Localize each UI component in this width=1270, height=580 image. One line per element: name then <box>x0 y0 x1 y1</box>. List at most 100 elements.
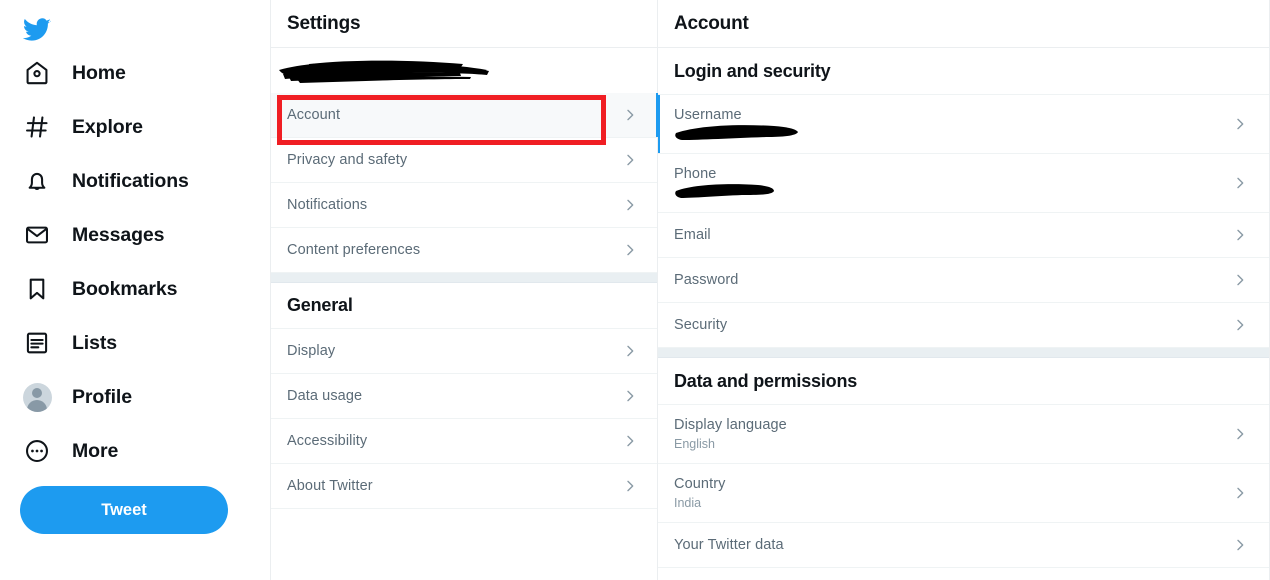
page-title: Settings <box>287 12 361 34</box>
account-item-text: Username <box>674 106 1231 143</box>
sidebar-item-label: Lists <box>72 331 118 354</box>
account-item-text: Country India <box>674 475 1231 512</box>
sidebar-item-profile[interactable]: Profile <box>18 370 270 424</box>
account-item-phone[interactable]: Phone <box>658 154 1269 213</box>
sidebar-item-more[interactable]: More <box>18 424 270 478</box>
settings-item-data-usage[interactable]: Data usage <box>271 374 657 419</box>
sidebar-item-label: Messages <box>72 223 165 246</box>
sidebar-item-label: More <box>72 439 119 462</box>
account-item-label: Your Twitter data <box>674 536 784 553</box>
account-item-username[interactable]: Username <box>658 95 1269 154</box>
settings-item-accessibility[interactable]: Accessibility <box>271 419 657 464</box>
account-handle-redacted-row <box>271 48 657 93</box>
sidebar-item-label: Profile <box>72 385 132 408</box>
account-item-value: English <box>674 436 715 451</box>
chevron-right-icon <box>621 342 639 360</box>
account-item-text: Phone <box>674 165 1231 202</box>
settings-item-label: Display <box>287 343 336 359</box>
section-divider <box>658 348 1269 358</box>
account-item-label: Email <box>674 226 711 243</box>
sidebar-item-lists[interactable]: Lists <box>18 316 270 370</box>
sidebar-item-bookmarks[interactable]: Bookmarks <box>18 262 270 316</box>
account-item-text: Display language English <box>674 416 1231 453</box>
sidebar-item-label: Explore <box>72 115 143 138</box>
chevron-right-icon <box>1231 316 1249 334</box>
username-redaction-mark <box>674 124 1231 143</box>
redaction-mark <box>275 54 500 93</box>
chevron-right-icon <box>1231 484 1249 502</box>
settings-column: Settings Account Privacy and safety Noti… <box>270 0 658 580</box>
chevron-right-icon <box>1231 536 1249 554</box>
chevron-right-icon <box>1231 115 1249 133</box>
account-item-label: Display language <box>674 416 787 433</box>
chevron-right-icon <box>1231 174 1249 192</box>
chevron-right-icon <box>621 241 639 259</box>
settings-item-label: Content preferences <box>287 242 421 258</box>
account-item-text: Password <box>674 271 1231 290</box>
bookmark-icon <box>22 274 52 304</box>
tweet-button[interactable]: Tweet <box>20 486 228 534</box>
account-item-display-language[interactable]: Display language English <box>658 405 1269 464</box>
settings-item-label: Notifications <box>287 197 368 213</box>
sidebar-item-label: Bookmarks <box>72 277 178 300</box>
settings-item-display[interactable]: Display <box>271 329 657 374</box>
sidebar-item-messages[interactable]: Messages <box>18 208 270 262</box>
chevron-right-icon <box>1231 271 1249 289</box>
account-item-email[interactable]: Email <box>658 213 1269 258</box>
selected-accent-bar <box>656 93 658 137</box>
twitter-bird-icon <box>22 18 51 41</box>
account-item-label: Password <box>674 271 739 288</box>
chevron-right-icon <box>1231 425 1249 443</box>
account-page-title: Account <box>674 12 749 34</box>
sidebar-item-label: Notifications <box>72 169 189 192</box>
account-item-text: Security <box>674 316 1231 335</box>
account-item-password[interactable]: Password <box>658 258 1269 303</box>
account-item-text: Email <box>674 226 1231 245</box>
home-icon <box>22 58 52 88</box>
account-item-your-twitter-data[interactable]: Your Twitter data <box>658 523 1269 568</box>
chevron-right-icon <box>621 477 639 495</box>
account-section-heading-login-and-security: Login and security <box>658 48 1269 95</box>
chevron-right-icon <box>621 387 639 405</box>
sidebar-item-home[interactable]: Home <box>18 46 270 100</box>
sidebar-item-explore[interactable]: Explore <box>18 100 270 154</box>
account-header: Account <box>658 0 1269 48</box>
active-row-accent-bar <box>658 95 660 153</box>
account-item-security[interactable]: Security <box>658 303 1269 348</box>
account-item-label: Security <box>674 316 728 333</box>
chevron-right-icon <box>1231 226 1249 244</box>
primary-navigation-sidebar: Home Explore Notifications Messages Book… <box>0 0 270 580</box>
settings-item-label: Account <box>287 107 341 123</box>
sidebar-item-notifications[interactable]: Notifications <box>18 154 270 208</box>
twitter-settings-app: Home Explore Notifications Messages Book… <box>0 0 1270 580</box>
settings-item-label: Accessibility <box>287 433 368 449</box>
section-divider <box>271 273 657 283</box>
hashtag-icon <box>22 112 52 142</box>
settings-item-about-twitter[interactable]: About Twitter <box>271 464 657 509</box>
settings-item-label: Privacy and safety <box>287 152 408 168</box>
twitter-logo[interactable] <box>18 0 270 46</box>
chevron-right-icon <box>621 106 639 124</box>
settings-item-content-preferences[interactable]: Content preferences <box>271 228 657 273</box>
account-section-heading-data-and-permissions: Data and permissions <box>658 358 1269 405</box>
more-circle-icon <box>22 436 52 466</box>
settings-item-notifications[interactable]: Notifications <box>271 183 657 228</box>
account-item-value: India <box>674 495 702 510</box>
account-item-label: Country <box>674 475 726 492</box>
account-item-text: Your Twitter data <box>674 536 1231 555</box>
phone-redaction-mark <box>674 183 1231 202</box>
settings-item-label: About Twitter <box>287 478 373 494</box>
avatar <box>22 382 52 412</box>
list-icon <box>22 328 52 358</box>
account-item-country[interactable]: Country India <box>658 464 1269 523</box>
chevron-right-icon <box>621 432 639 450</box>
settings-section-heading-general: General <box>271 283 657 329</box>
settings-item-account[interactable]: Account <box>271 93 658 138</box>
settings-item-privacy-and-safety[interactable]: Privacy and safety <box>271 138 657 183</box>
avatar-icon <box>22 382 52 412</box>
sidebar-item-label: Home <box>72 61 126 84</box>
envelope-icon <box>22 220 52 250</box>
settings-item-label: Data usage <box>287 388 363 404</box>
chevron-right-icon <box>621 151 639 169</box>
bell-icon <box>22 166 52 196</box>
